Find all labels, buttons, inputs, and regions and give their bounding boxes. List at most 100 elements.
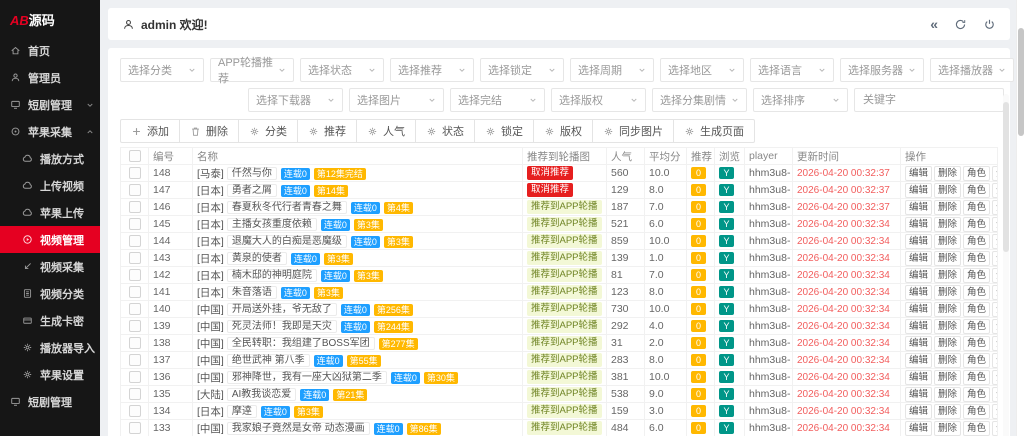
view-badge[interactable]: Y bbox=[719, 184, 734, 196]
recommend-to-carousel-button[interactable]: 推荐到APP轮播 bbox=[527, 353, 602, 367]
filter-select2-5[interactable]: 选择排序 bbox=[753, 88, 848, 112]
edit-button[interactable]: 编辑 bbox=[905, 318, 933, 334]
delete-button[interactable]: 删除 bbox=[934, 352, 962, 368]
filter-select-4[interactable]: 选择锁定 bbox=[480, 58, 564, 82]
role-button[interactable]: 角色 bbox=[963, 182, 991, 198]
recommend-to-carousel-button[interactable]: 推荐到APP轮播 bbox=[527, 421, 602, 435]
recommend-badge[interactable]: 0 bbox=[691, 354, 706, 366]
view-badge[interactable]: Y bbox=[719, 235, 734, 247]
keyword-input[interactable] bbox=[854, 88, 1004, 112]
filter-select2-4[interactable]: 选择分集剧情 bbox=[652, 88, 747, 112]
delete-button[interactable]: 删除 bbox=[934, 420, 962, 436]
sidebar-item-3[interactable]: 苹果采集 bbox=[0, 118, 100, 145]
row-checkbox[interactable] bbox=[128, 286, 141, 299]
recommend-badge[interactable]: 0 bbox=[691, 337, 706, 349]
row-checkbox[interactable] bbox=[128, 371, 141, 384]
toolbar-button-2[interactable]: 分类 bbox=[238, 119, 298, 143]
edit-button[interactable]: 编辑 bbox=[905, 403, 933, 419]
select-all-checkbox[interactable] bbox=[128, 150, 141, 163]
edit-button[interactable]: 编辑 bbox=[905, 335, 933, 351]
edit-button[interactable]: 编辑 bbox=[905, 369, 933, 385]
view-badge[interactable]: Y bbox=[719, 422, 734, 434]
sidebar-item-6[interactable]: 苹果上传 bbox=[0, 199, 100, 226]
edit-button[interactable]: 编辑 bbox=[905, 233, 933, 249]
role-button[interactable]: 角色 bbox=[963, 284, 991, 300]
card-scroll-thumb[interactable] bbox=[1003, 102, 1009, 252]
row-checkbox[interactable] bbox=[128, 218, 141, 231]
sidebar-item-5[interactable]: 上传视频 bbox=[0, 172, 100, 199]
row-checkbox[interactable] bbox=[128, 320, 141, 333]
filter-select2-1[interactable]: 选择图片 bbox=[349, 88, 444, 112]
delete-button[interactable]: 删除 bbox=[934, 216, 962, 232]
toolbar-button-6[interactable]: 锁定 bbox=[474, 119, 534, 143]
row-checkbox[interactable] bbox=[128, 252, 141, 265]
filter-select-0[interactable]: 选择分类 bbox=[120, 58, 204, 82]
recommend-badge[interactable]: 0 bbox=[691, 371, 706, 383]
sidebar-item-7[interactable]: 视频管理 bbox=[0, 226, 100, 253]
filter-select-5[interactable]: 选择周期 bbox=[570, 58, 654, 82]
delete-button[interactable]: 删除 bbox=[934, 250, 962, 266]
view-badge[interactable]: Y bbox=[719, 252, 734, 264]
episode-plot-button[interactable]: 分集剧情 bbox=[992, 301, 997, 317]
row-checkbox[interactable] bbox=[128, 405, 141, 418]
role-button[interactable]: 角色 bbox=[963, 352, 991, 368]
page-scroll-thumb[interactable] bbox=[1018, 28, 1024, 136]
delete-button[interactable]: 删除 bbox=[934, 165, 962, 181]
page-scrollbar[interactable] bbox=[1016, 0, 1024, 436]
filter-select-2[interactable]: 选择状态 bbox=[300, 58, 384, 82]
recommend-to-carousel-button[interactable]: 推荐到APP轮播 bbox=[527, 302, 602, 316]
edit-button[interactable]: 编辑 bbox=[905, 199, 933, 215]
edit-button[interactable]: 编辑 bbox=[905, 250, 933, 266]
role-button[interactable]: 角色 bbox=[963, 386, 991, 402]
recommend-to-carousel-button[interactable]: 推荐到APP轮播 bbox=[527, 234, 602, 248]
episode-plot-button[interactable]: 分集剧情 bbox=[992, 335, 997, 351]
role-button[interactable]: 角色 bbox=[963, 301, 991, 317]
episode-plot-button[interactable]: 分集剧情 bbox=[992, 420, 997, 436]
delete-button[interactable]: 删除 bbox=[934, 233, 962, 249]
episode-plot-button[interactable]: 分集剧情 bbox=[992, 165, 997, 181]
role-button[interactable]: 角色 bbox=[963, 233, 991, 249]
filter-select-6[interactable]: 选择地区 bbox=[660, 58, 744, 82]
episode-plot-button[interactable]: 分集剧情 bbox=[992, 403, 997, 419]
toolbar-button-8[interactable]: 同步图片 bbox=[592, 119, 674, 143]
recommend-badge[interactable]: 0 bbox=[691, 235, 706, 247]
episode-plot-button[interactable]: 分集剧情 bbox=[992, 386, 997, 402]
toolbar-button-5[interactable]: 状态 bbox=[415, 119, 475, 143]
view-badge[interactable]: Y bbox=[719, 303, 734, 315]
collapse-icon[interactable]: « bbox=[930, 17, 938, 31]
edit-button[interactable]: 编辑 bbox=[905, 386, 933, 402]
role-button[interactable]: 角色 bbox=[963, 199, 991, 215]
edit-button[interactable]: 编辑 bbox=[905, 216, 933, 232]
delete-button[interactable]: 删除 bbox=[934, 318, 962, 334]
episode-plot-button[interactable]: 分集剧情 bbox=[992, 250, 997, 266]
row-checkbox[interactable] bbox=[128, 388, 141, 401]
power-icon[interactable] bbox=[983, 18, 996, 31]
row-checkbox[interactable] bbox=[128, 354, 141, 367]
toolbar-button-7[interactable]: 版权 bbox=[533, 119, 593, 143]
episode-plot-button[interactable]: 分集剧情 bbox=[992, 267, 997, 283]
view-badge[interactable]: Y bbox=[719, 371, 734, 383]
edit-button[interactable]: 编辑 bbox=[905, 301, 933, 317]
recommend-badge[interactable]: 0 bbox=[691, 252, 706, 264]
sidebar-item-10[interactable]: 生成卡密 bbox=[0, 307, 100, 334]
recommend-to-carousel-button[interactable]: 推荐到APP轮播 bbox=[527, 370, 602, 384]
recommend-to-carousel-button[interactable]: 推荐到APP轮播 bbox=[527, 217, 602, 231]
toolbar-button-4[interactable]: 人气 bbox=[356, 119, 416, 143]
toolbar-button-0[interactable]: 添加 bbox=[120, 119, 180, 143]
sidebar-item-9[interactable]: 视频分类 bbox=[0, 280, 100, 307]
recommend-badge[interactable]: 0 bbox=[691, 303, 706, 315]
episode-plot-button[interactable]: 分集剧情 bbox=[992, 233, 997, 249]
filter-select-9[interactable]: 选择播放器 bbox=[930, 58, 1014, 82]
edit-button[interactable]: 编辑 bbox=[905, 352, 933, 368]
filter-select-7[interactable]: 选择语言 bbox=[750, 58, 834, 82]
view-badge[interactable]: Y bbox=[719, 167, 734, 179]
edit-button[interactable]: 编辑 bbox=[905, 267, 933, 283]
episode-plot-button[interactable]: 分集剧情 bbox=[992, 318, 997, 334]
view-badge[interactable]: Y bbox=[719, 201, 734, 213]
episode-plot-button[interactable]: 分集剧情 bbox=[992, 284, 997, 300]
recommend-badge[interactable]: 0 bbox=[691, 184, 706, 196]
role-button[interactable]: 角色 bbox=[963, 318, 991, 334]
recommend-badge[interactable]: 0 bbox=[691, 201, 706, 213]
recommend-to-carousel-button[interactable]: 推荐到APP轮播 bbox=[527, 200, 602, 214]
edit-button[interactable]: 编辑 bbox=[905, 182, 933, 198]
